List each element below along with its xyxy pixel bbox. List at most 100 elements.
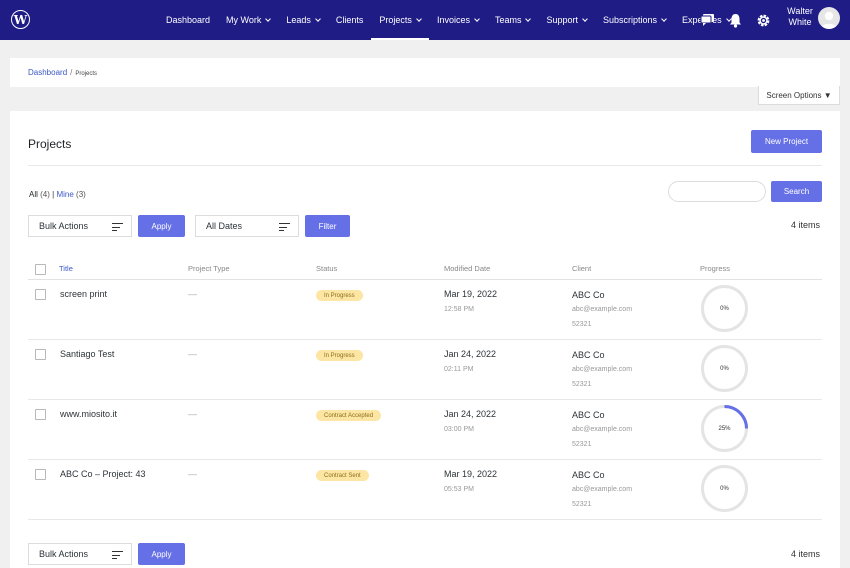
breadcrumb-dashboard-link[interactable]: Dashboard <box>28 68 67 77</box>
search-button[interactable]: Search <box>771 181 822 202</box>
modified-time: 02:11 PM <box>444 366 474 373</box>
chevron-down-icon <box>474 15 480 22</box>
chevron-down-icon <box>661 15 667 22</box>
filter-mine-link[interactable]: Mine <box>56 190 73 199</box>
column-title[interactable]: Title <box>59 264 73 273</box>
chevron-down-icon <box>416 15 422 22</box>
project-title-link[interactable]: ABC Co – Project: 43 <box>60 469 146 479</box>
user-name[interactable]: Walter White <box>784 6 816 28</box>
row-checkbox[interactable] <box>35 469 46 480</box>
chevron-down-icon <box>582 15 588 22</box>
modified-time: 12:58 PM <box>444 306 474 313</box>
screen-options-button[interactable]: Screen Options ▼ <box>758 86 840 105</box>
main-nav: Dashboard My Work Leads Clients Projects Invo… <box>158 0 739 40</box>
view-filter-links: All (4) | Mine (3) <box>29 190 86 199</box>
breadcrumb: Dashboard / Projects <box>28 68 97 77</box>
table-row[interactable]: www.miosito.it — Contract Accepted Jan 24, … <box>28 400 822 460</box>
client-zip: 52321 <box>572 321 592 328</box>
user-last-name: White <box>788 17 812 27</box>
nav-item-projects[interactable]: Projects <box>371 0 429 40</box>
progress-ring: 0% <box>700 344 749 393</box>
nav-item-support[interactable]: Support <box>538 0 595 40</box>
nav-item-leads[interactable]: Leads <box>278 0 328 40</box>
chevron-down-icon <box>265 15 272 22</box>
date-filter-label: All Dates <box>206 221 243 231</box>
bulk-actions-select[interactable]: Bulk Actions <box>28 215 132 237</box>
client-zip: 52321 <box>572 441 592 448</box>
client-email: abc@example.com <box>572 306 633 313</box>
nav-icon-group <box>700 0 771 40</box>
project-title-link[interactable]: Santiago Test <box>60 349 114 359</box>
messages-icon[interactable] <box>700 13 715 28</box>
column-status: Status <box>316 264 338 273</box>
search-input[interactable] <box>668 181 766 202</box>
project-type: — <box>188 349 197 359</box>
table-row[interactable]: ABC Co – Project: 43 — Contract Sent Mar 19… <box>28 460 822 520</box>
nav-item-subscriptions[interactable]: Subscriptions <box>595 0 674 40</box>
project-title-link[interactable]: www.miosito.it <box>60 409 117 419</box>
row-checkbox[interactable] <box>35 349 46 360</box>
projects-panel: Projects New Project All (4) | Mine (3) … <box>10 111 840 568</box>
brand-logo <box>44 11 150 28</box>
apply-button-bottom[interactable]: Apply <box>138 543 185 565</box>
dropdown-lines-icon <box>112 223 123 234</box>
client-zip: 52321 <box>572 381 592 388</box>
apply-button[interactable]: Apply <box>138 215 185 237</box>
avatar[interactable] <box>818 7 840 29</box>
table-row[interactable]: screen print — In Progress Mar 19, 2022 12:5… <box>28 280 822 340</box>
progress-ring: 25% <box>700 404 749 453</box>
progress-label: 0% <box>720 485 729 492</box>
client-name: ABC Co <box>572 350 605 360</box>
client-name: ABC Co <box>572 470 605 480</box>
nav-item-teams[interactable]: Teams <box>487 0 539 40</box>
bulk-actions-select-bottom[interactable]: Bulk Actions <box>28 543 132 565</box>
client-name: ABC Co <box>572 410 605 420</box>
modified-date: Jan 24, 2022 <box>444 349 497 359</box>
progress-ring: 0% <box>700 284 749 333</box>
nav-item-label: Support <box>546 15 579 25</box>
column-client: Client <box>572 264 592 273</box>
breadcrumb-bar: Dashboard / Projects <box>10 58 840 87</box>
project-type: — <box>188 469 197 479</box>
date-filter-select[interactable]: All Dates <box>195 215 299 237</box>
nav-item-label: Teams <box>494 15 522 25</box>
modified-date: Jan 24, 2022 <box>444 409 497 419</box>
column-progress: Progress <box>700 264 731 273</box>
nav-item-label: Clients <box>335 15 364 25</box>
modified-date: Mar 19, 2022 <box>444 469 498 479</box>
nav-item-label: Projects <box>379 15 412 25</box>
bulk-actions-label: Bulk Actions <box>39 549 89 559</box>
modified-time: 03:00 PM <box>444 426 474 433</box>
project-title-link[interactable]: screen print <box>60 289 107 299</box>
breadcrumb-separator: / <box>70 68 73 77</box>
modified-time: 05:53 PM <box>444 486 474 493</box>
filter-button[interactable]: Filter <box>305 215 350 237</box>
filter-all-link[interactable]: All <box>29 190 38 199</box>
gear-icon[interactable] <box>756 13 771 28</box>
new-project-button[interactable]: New Project <box>751 130 822 153</box>
nav-item-my-work[interactable]: My Work <box>218 0 278 40</box>
status-badge: Contract Sent <box>316 470 369 481</box>
client-email: abc@example.com <box>572 366 633 373</box>
client-name: ABC Co <box>572 290 605 300</box>
progress-label: 0% <box>720 365 729 372</box>
nav-item-dashboard[interactable]: Dashboard <box>158 0 218 40</box>
breadcrumb-current: Projects <box>75 71 98 77</box>
item-count: 4 items <box>791 220 821 230</box>
nav-item-clients[interactable]: Clients <box>328 0 372 40</box>
project-type: — <box>188 289 197 299</box>
bell-icon[interactable] <box>728 13 743 28</box>
wordpress-logo-icon[interactable]: W <box>11 10 30 29</box>
nav-item-label: Subscriptions <box>603 15 658 25</box>
nav-item-invoices[interactable]: Invoices <box>429 0 487 40</box>
progress-ring: 0% <box>700 464 749 513</box>
row-checkbox[interactable] <box>35 289 46 300</box>
divider <box>28 165 822 166</box>
row-checkbox[interactable] <box>35 409 46 420</box>
status-badge: In Progress <box>316 350 363 361</box>
table-row[interactable]: Santiago Test — In Progress Jan 24, 2022 02:… <box>28 340 822 400</box>
client-zip: 52321 <box>572 501 592 508</box>
nav-item-label: My Work <box>226 15 262 25</box>
top-nav-bar: W Dashboard My Work Leads Clients Projects In… <box>0 0 850 40</box>
select-all-checkbox[interactable] <box>35 264 46 275</box>
